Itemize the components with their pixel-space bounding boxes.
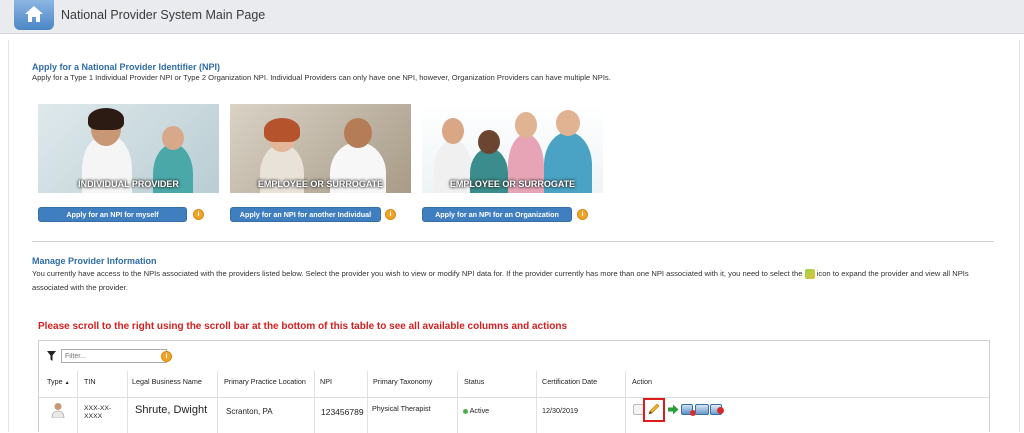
manage-section-title: Manage Provider Information — [32, 256, 157, 266]
page-title: National Provider System Main Page — [61, 8, 266, 22]
filter-input[interactable] — [61, 349, 167, 363]
home-button[interactable] — [14, 0, 54, 30]
col-header-type[interactable]: Type ▲ — [47, 377, 70, 386]
edit-pencil-icon[interactable] — [647, 402, 661, 416]
status-active-dot — [463, 408, 468, 414]
row-npi: 123456789 — [321, 407, 364, 417]
individual-provider-caption: INDIVIDUAL PROVIDER — [78, 179, 179, 189]
filter-bar — [47, 349, 167, 363]
employee-surrogate-image-2: EMPLOYEE OR SURROGATE — [422, 104, 603, 193]
row-cert-date: 12/30/2019 — [542, 406, 578, 415]
transfer-arrow-icon[interactable] — [668, 404, 679, 415]
apply-npi-another-individual-button[interactable]: Apply for an NPI for another Individual — [230, 207, 381, 222]
certificate-seal-icon — [717, 407, 724, 414]
col-header-taxonomy[interactable]: Primary Taxonomy — [373, 377, 432, 386]
apply-npi-myself-button[interactable]: Apply for an NPI for myself — [38, 207, 187, 222]
expand-leaf-icon — [804, 269, 815, 279]
employee-surrogate-caption-2: EMPLOYEE OR SURROGATE — [449, 179, 576, 189]
sort-ascending-icon: ▲ — [64, 380, 70, 386]
individual-provider-image: INDIVIDUAL PROVIDER — [38, 104, 219, 193]
col-header-action: Action — [632, 377, 652, 386]
col-header-practice-location[interactable]: Primary Practice Location — [224, 377, 306, 386]
filter-icon[interactable] — [47, 351, 56, 361]
home-icon — [25, 6, 43, 22]
employee-surrogate-image-1: EMPLOYEE OR SURROGATE — [230, 104, 411, 193]
provider-table: i Type ▲ TIN Legal Business Name Primary… — [38, 340, 990, 433]
id-card-icon[interactable] — [695, 404, 709, 415]
col-header-cert-date[interactable]: Certification Date — [542, 377, 597, 386]
manage-section-description: You currently have access to the NPIs as… — [32, 269, 969, 292]
col-header-npi[interactable]: NPI — [320, 377, 332, 386]
row-location: Scranton, PA — [226, 407, 273, 416]
individual-provider-icon — [51, 403, 65, 418]
info-icon[interactable]: i — [577, 209, 588, 220]
filter-info-icon[interactable]: i — [161, 351, 172, 362]
info-icon[interactable]: i — [385, 209, 396, 220]
row-taxonomy: Physical Therapist — [372, 404, 431, 413]
col-header-status[interactable]: Status — [464, 377, 484, 386]
row-tin: XXX-XX- XXXX — [84, 405, 112, 420]
row-legal-name: Shrute, Dwight — [135, 404, 208, 416]
apply-npi-organization-button[interactable]: Apply for an NPI for an Organization — [422, 207, 572, 222]
section-divider — [32, 241, 994, 242]
col-header-tin[interactable]: TIN — [84, 377, 96, 386]
apply-section-description: Apply for a Type 1 Individual Provider N… — [32, 73, 611, 82]
top-header-bar: National Provider System Main Page — [0, 0, 1024, 34]
scroll-warning: Please scroll to the right using the scr… — [38, 321, 568, 332]
employee-surrogate-caption-1: EMPLOYEE OR SURROGATE — [257, 179, 384, 189]
info-icon[interactable]: i — [193, 209, 204, 220]
row-status: Active — [463, 406, 489, 415]
col-header-legal-name[interactable]: Legal Business Name — [132, 377, 202, 386]
